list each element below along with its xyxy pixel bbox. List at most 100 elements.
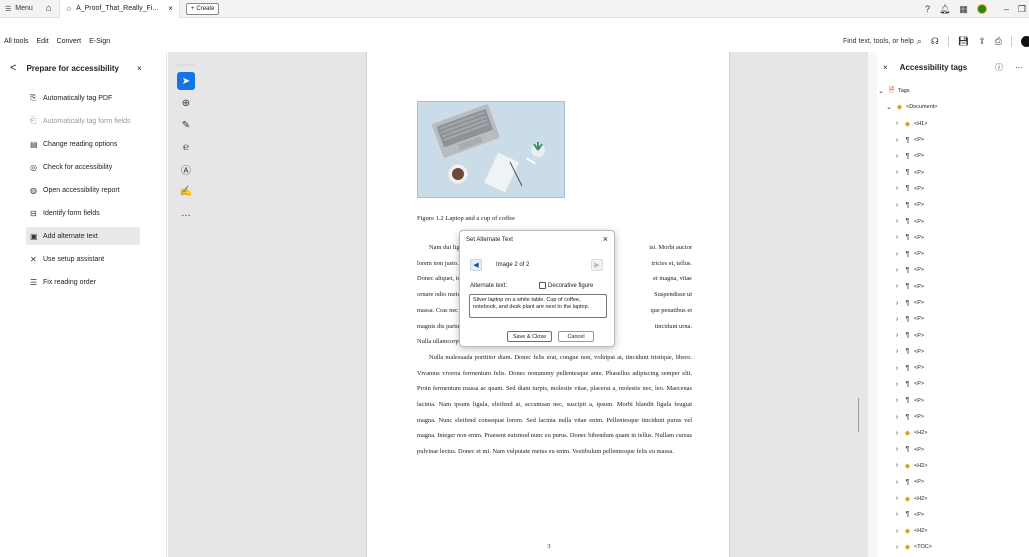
more-options-icon[interactable]: ··· bbox=[1015, 63, 1023, 72]
print-icon[interactable]: ⎙ bbox=[995, 36, 1002, 47]
tag-tree-row[interactable]: ⌄ ◆ <Document> bbox=[877, 99, 1029, 115]
tag-tree-row[interactable]: › ¶ <P> bbox=[877, 132, 1029, 148]
tag-tree-row[interactable]: › ¶ <P> bbox=[877, 376, 1029, 392]
avatar[interactable] bbox=[976, 4, 987, 14]
chevron-right-icon[interactable]: › bbox=[893, 528, 901, 535]
search-icon[interactable]: ⌕ bbox=[917, 36, 922, 47]
account-icon[interactable] bbox=[1021, 35, 1029, 47]
tool-fix-reading-order[interactable]: ☰ Fix reading order bbox=[26, 273, 140, 291]
help-icon[interactable]: ? bbox=[925, 4, 930, 14]
info-icon[interactable]: ⓘ bbox=[995, 62, 1003, 73]
tag-tree-row[interactable]: ⌄ 🗎︎ Tags bbox=[877, 83, 1029, 99]
chevron-right-icon[interactable]: › bbox=[893, 397, 901, 404]
tag-tree-row[interactable]: › ¶ <P> bbox=[877, 246, 1029, 262]
tag-tree-row[interactable]: › ¶ <P> bbox=[877, 230, 1029, 246]
create-button[interactable]: + Create bbox=[185, 2, 220, 15]
chevron-right-icon[interactable]: › bbox=[893, 332, 901, 339]
tag-tree-row[interactable]: › ¶ <P> bbox=[877, 311, 1029, 327]
chevron-right-icon[interactable]: › bbox=[893, 300, 901, 307]
menu-convert[interactable]: Convert bbox=[57, 38, 82, 45]
tag-tree-row[interactable]: › ¶ <P> bbox=[877, 442, 1029, 458]
grip-handle[interactable] bbox=[177, 64, 195, 66]
home-icon[interactable]: ⌂ bbox=[39, 0, 59, 18]
signature-tool-icon[interactable]: ✍ bbox=[177, 182, 195, 200]
tool-automatically-tag-form-fields[interactable]: ⎗ Automatically tag form fields bbox=[26, 112, 140, 130]
tag-tree-row[interactable]: ›◆<H2> bbox=[877, 523, 1029, 539]
chevron-right-icon[interactable]: › bbox=[893, 218, 901, 225]
tool-use-setup-assistant[interactable]: ✕ Use setup assistant bbox=[26, 250, 140, 268]
menu-edit[interactable]: Edit bbox=[37, 38, 49, 45]
minimize-icon[interactable]: – bbox=[1004, 4, 1009, 14]
chevron-right-icon[interactable]: › bbox=[893, 430, 901, 437]
chevron-down-icon[interactable]: ⌄ bbox=[877, 87, 885, 95]
alt-text-input[interactable]: Silver laptop on a white table. Cup of c… bbox=[469, 294, 607, 318]
checkbox-box[interactable] bbox=[539, 282, 546, 289]
select-tool-icon[interactable]: ➤ bbox=[177, 72, 195, 90]
chevron-right-icon[interactable]: › bbox=[893, 251, 901, 258]
chevron-right-icon[interactable]: › bbox=[893, 511, 901, 518]
chevron-right-icon[interactable]: › bbox=[893, 169, 901, 176]
close-tab-icon[interactable]: × bbox=[168, 4, 173, 13]
tag-tree-row[interactable]: › ◆ <TOC> bbox=[877, 539, 1029, 555]
back-arrow-icon[interactable]: < bbox=[10, 62, 16, 74]
apps-grid-icon[interactable]: ▦ bbox=[959, 4, 968, 15]
tag-tree-row[interactable]: › ¶ <P> bbox=[877, 393, 1029, 409]
tag-tree-row[interactable]: › ¶ <P> bbox=[877, 148, 1029, 164]
tool-open-accessibility-report[interactable]: ◍ Open accessibility report bbox=[26, 181, 140, 199]
comment-tool-icon[interactable]: ⊕ bbox=[177, 94, 195, 112]
menu-e-sign[interactable]: E-Sign bbox=[89, 38, 110, 45]
chevron-right-icon[interactable]: › bbox=[893, 153, 901, 160]
tag-tree-row[interactable]: ›◆<H2> bbox=[877, 490, 1029, 506]
chevron-right-icon[interactable]: › bbox=[893, 283, 901, 290]
tag-tree-row[interactable]: › ◆ <H1> bbox=[877, 116, 1029, 132]
chevron-right-icon[interactable]: › bbox=[893, 462, 901, 469]
tag-tree-row[interactable]: › ¶ <P> bbox=[877, 474, 1029, 490]
tag-tree-row[interactable]: › ¶ <P> bbox=[877, 181, 1029, 197]
tool-identify-form-fields[interactable]: ⊟ Identify form fields bbox=[26, 204, 140, 222]
chevron-right-icon[interactable]: › bbox=[893, 495, 901, 502]
upload-icon[interactable]: ⇪ bbox=[978, 36, 986, 47]
star-icon[interactable]: ☆ bbox=[66, 5, 72, 13]
tool-automatically-tag-pdf[interactable]: ⎘ Automatically tag PDF bbox=[26, 89, 140, 107]
chevron-right-icon[interactable]: › bbox=[893, 267, 901, 274]
tag-tree-row[interactable]: › ¶ <P> bbox=[877, 409, 1029, 425]
tag-tree-row[interactable]: › ¶ <P> bbox=[877, 213, 1029, 229]
more-tools-icon[interactable]: … bbox=[177, 204, 195, 222]
chevron-right-icon[interactable]: › bbox=[893, 185, 901, 192]
document-tab[interactable]: ☆ A_Proof_That_Really_Fi... × bbox=[58, 0, 180, 18]
menu-all-tools[interactable]: All tools bbox=[4, 38, 29, 45]
tag-tree-row[interactable]: ›◆<H2> bbox=[877, 425, 1029, 441]
restore-icon[interactable]: ❐ bbox=[1018, 4, 1026, 15]
tool-change-reading-options[interactable]: ▤ Change reading options bbox=[26, 135, 140, 153]
figure-image[interactable] bbox=[417, 101, 565, 198]
tag-tree-row[interactable]: › ¶ <P> bbox=[877, 327, 1029, 343]
decorative-figure-checkbox[interactable]: Decorative figure bbox=[539, 282, 593, 289]
menu-button[interactable]: ☰ Menu bbox=[0, 0, 39, 18]
bell-icon[interactable]: 🔔︎ bbox=[939, 4, 950, 15]
find-text-label[interactable]: Find text, tools, or help bbox=[843, 38, 914, 45]
chevron-right-icon[interactable]: › bbox=[893, 137, 901, 144]
chevron-right-icon[interactable]: › bbox=[893, 446, 901, 453]
lasso-tool-icon[interactable]: ℮ bbox=[177, 138, 195, 156]
tool-check-for-accessibility[interactable]: ◎ Check for accessibility bbox=[26, 158, 140, 176]
close-icon[interactable]: × bbox=[603, 234, 608, 244]
tag-tree-row[interactable]: ›◆<H2> bbox=[877, 458, 1029, 474]
tag-tree-row[interactable]: › ¶ <P> bbox=[877, 279, 1029, 295]
chevron-right-icon[interactable]: › bbox=[893, 316, 901, 323]
chevron-right-icon[interactable]: › bbox=[893, 381, 901, 388]
text-box-tool-icon[interactable]: Ⓐ bbox=[177, 160, 195, 178]
tag-tree-row[interactable]: › ¶ <P> bbox=[877, 344, 1029, 360]
tool-add-alternate-text[interactable]: ▣ Add alternate text bbox=[26, 227, 140, 245]
chevron-right-icon[interactable]: › bbox=[893, 414, 901, 421]
pen-tool-icon[interactable]: ✎ bbox=[177, 116, 195, 134]
chevron-right-icon[interactable]: › bbox=[893, 544, 901, 551]
next-image-button[interactable]: ▶ bbox=[591, 259, 603, 271]
chevron-right-icon[interactable]: › bbox=[893, 365, 901, 372]
tag-tree-row[interactable]: › ¶ <P> bbox=[877, 164, 1029, 180]
close-icon[interactable]: × bbox=[137, 64, 142, 73]
save-icon[interactable]: 💾︎ bbox=[958, 36, 969, 47]
tag-tree-row[interactable]: › ¶ <P> bbox=[877, 262, 1029, 278]
save-close-button[interactable]: Save & Close bbox=[507, 331, 552, 342]
tag-tree-row[interactable]: › ¶ <P> bbox=[877, 197, 1029, 213]
cancel-button[interactable]: Cancel bbox=[558, 331, 594, 342]
